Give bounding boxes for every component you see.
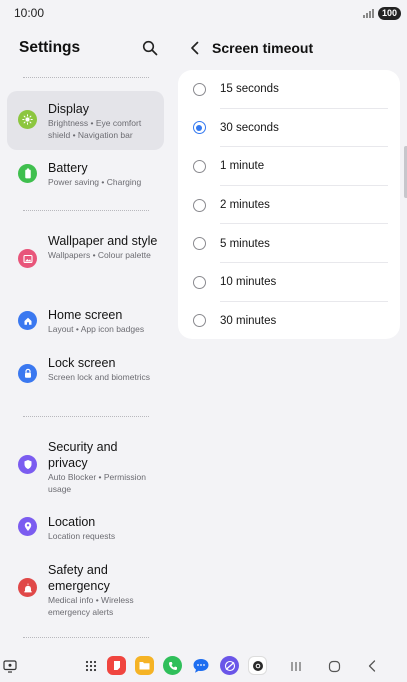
settings-item-subtitle: Screen lock and biometrics (48, 372, 151, 382)
timeout-option-30-seconds[interactable]: 30 seconds (178, 109, 400, 148)
timeout-option-30-minutes[interactable]: 30 minutes (178, 302, 400, 341)
settings-item-location[interactable]: Location Location requests (7, 514, 164, 544)
emergency-icon (18, 578, 37, 597)
option-label: 30 minutes (220, 314, 277, 327)
shield-icon (18, 455, 37, 474)
option-label: 15 seconds (220, 83, 279, 96)
lock-icon (18, 364, 37, 383)
section-divider (23, 210, 149, 211)
phone-icon[interactable] (163, 656, 182, 675)
settings-item-title: Wallpaper and style (48, 234, 158, 248)
section-divider (23, 637, 149, 638)
signal-icon (362, 8, 374, 18)
timeout-option-15-seconds[interactable]: 15 seconds (178, 70, 400, 109)
settings-item-title: Safety and emergency (48, 563, 110, 593)
recent-apps-icon[interactable] (286, 657, 306, 675)
settings-item-title: Location (48, 515, 96, 529)
settings-item-wallpaper[interactable]: Wallpaper and style Wallpapers • Colour … (7, 233, 164, 289)
radio-button[interactable] (193, 198, 206, 212)
settings-item-display[interactable]: Display Brightness • Eye comfort shield … (7, 91, 164, 150)
timeout-option-1-minute[interactable]: 1 minute (178, 147, 400, 186)
app-drawer-icon[interactable] (81, 656, 100, 675)
settings-item-subtitle: Medical info • Wireless emergency alerts (48, 595, 134, 617)
settings-item-title: Battery (48, 161, 88, 175)
image-icon (18, 249, 37, 268)
settings-item-subtitle: Power saving • Charging (48, 177, 142, 187)
status-time: 10:00 (14, 6, 45, 20)
timeout-option-2-minutes[interactable]: 2 minutes (178, 186, 400, 225)
section-divider (23, 416, 149, 417)
settings-header: Settings (0, 26, 172, 70)
sun-icon (18, 110, 37, 129)
screen-timeout-title: Screen timeout (212, 40, 314, 56)
navigation-bar (0, 650, 407, 682)
settings-item-home-screen[interactable]: Home screen Layout • App icon badges (7, 307, 164, 337)
radio-button-selected[interactable] (193, 121, 206, 135)
timeout-options-card: 15 seconds 30 seconds 1 minute 2 minutes… (178, 70, 400, 339)
settings-item-title: Home screen (48, 308, 123, 322)
status-icons: 100 (362, 6, 401, 20)
settings-item-title: Display (48, 102, 89, 116)
home-button-icon[interactable] (324, 657, 344, 675)
screen-timeout-header: Screen timeout (178, 26, 400, 70)
battery-level-badge: 100 (377, 6, 401, 20)
settings-item-lock-screen[interactable]: Lock screen Screen lock and biometrics (7, 355, 164, 397)
option-label: 1 minute (220, 160, 265, 173)
settings-item-battery[interactable]: Battery Power saving • Charging (7, 160, 164, 194)
settings-item-subtitle: Brightness • Eye comfort shield • Naviga… (48, 118, 142, 140)
location-pin-icon (18, 517, 37, 536)
camera-icon[interactable] (248, 656, 267, 675)
page-title: Settings (19, 39, 81, 56)
radio-button[interactable] (193, 314, 206, 328)
option-label: 10 minutes (220, 276, 277, 289)
battery-icon (18, 164, 37, 183)
settings-list-panel: Settings Display Brightness • Eye comfor… (0, 26, 172, 646)
settings-item-subtitle: Auto Blocker • Permission usage (48, 472, 146, 494)
radio-button[interactable] (193, 275, 206, 289)
home-icon (18, 311, 37, 330)
messages-icon[interactable] (191, 656, 210, 675)
status-bar: 10:00 100 (0, 0, 407, 26)
taskbar-settings-icon[interactable] (0, 657, 20, 675)
internet-icon[interactable] (220, 656, 239, 675)
back-arrow-icon[interactable] (184, 37, 206, 59)
radio-button[interactable] (193, 82, 206, 96)
option-label: 5 minutes (220, 237, 270, 250)
section-divider (23, 77, 149, 78)
settings-item-subtitle: Location requests (48, 531, 116, 541)
settings-item-title: Lock screen (48, 356, 116, 370)
settings-item-subtitle: Wallpapers • Colour palette (48, 250, 151, 260)
settings-item-title: Security and privacy (48, 440, 118, 470)
timeout-option-10-minutes[interactable]: 10 minutes (178, 263, 400, 302)
radio-button[interactable] (193, 237, 206, 251)
settings-item-subtitle: Layout • App icon badges (48, 324, 145, 334)
samsung-notes-icon[interactable] (107, 656, 126, 675)
back-button-icon[interactable] (362, 657, 382, 675)
timeout-option-5-minutes[interactable]: 5 minutes (178, 224, 400, 263)
option-label: 2 minutes (220, 199, 270, 212)
settings-item-safety-emergency[interactable]: Safety and emergency Medical info • Wire… (7, 562, 164, 618)
settings-item-security-privacy[interactable]: Security and privacy Auto Blocker • Perm… (7, 439, 164, 495)
option-label: 30 seconds (220, 121, 279, 134)
search-icon[interactable] (140, 38, 160, 58)
radio-button[interactable] (193, 159, 206, 173)
my-files-icon[interactable] (135, 656, 154, 675)
